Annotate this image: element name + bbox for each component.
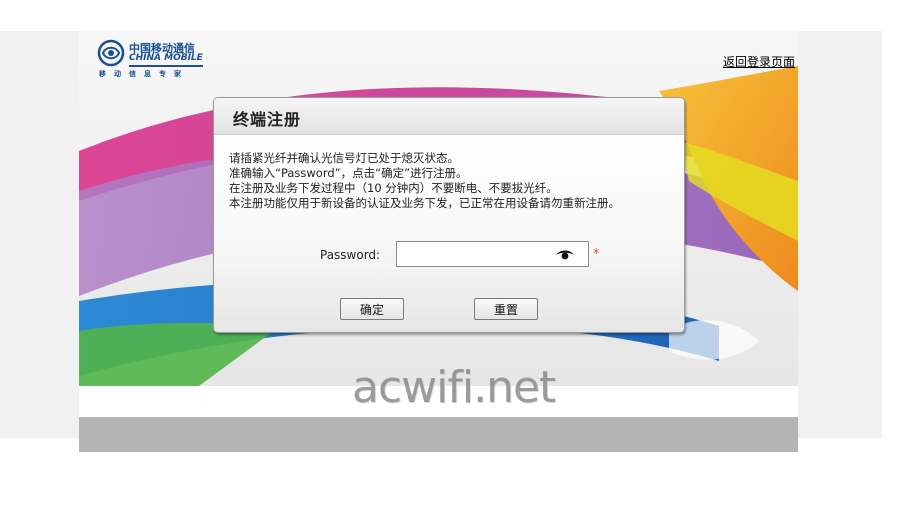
password-field[interactable] xyxy=(396,241,589,267)
reset-button[interactable]: 重置 xyxy=(474,298,538,320)
watermark-text: acwifi.net xyxy=(352,362,556,413)
brand-name-en: CHINA MOBILE xyxy=(129,53,203,63)
required-marker: * xyxy=(593,247,600,262)
eye-icon[interactable] xyxy=(555,249,575,261)
instruction-line: 请插紧光纤并确认光信号灯已处于熄灭状态。 xyxy=(229,151,459,165)
instruction-line: 准确输入“Password”，点击“确定”进行注册。 xyxy=(229,166,468,180)
instruction-line: 在注册及业务下发过程中（10 分钟内）不要断电、不要拔光纤。 xyxy=(229,181,558,195)
password-label: Password: xyxy=(320,248,381,262)
china-mobile-mark-icon xyxy=(97,39,125,67)
instruction-line: 本注册功能仅用于新设备的认证及业务下发，已正常在用设备请勿重新注册。 xyxy=(229,196,620,210)
brand-tagline: 移动信息专家 xyxy=(99,70,189,78)
brand-rule xyxy=(129,65,203,67)
dialog-header: 终端注册 xyxy=(214,98,684,135)
registration-dialog: 终端注册 请插紧光纤并确认光信号灯已处于熄灭状态。 准确输入“Password”… xyxy=(213,97,685,333)
footer-bar xyxy=(79,417,798,452)
back-to-login-link[interactable]: 返回登录页面 xyxy=(723,53,795,70)
instructions: 请插紧光纤并确认光信号灯已处于熄灭状态。 准确输入“Password”，点击“确… xyxy=(229,151,620,211)
dialog-title: 终端注册 xyxy=(233,110,302,129)
confirm-button[interactable]: 确定 xyxy=(340,298,404,320)
dialog-body: 请插紧光纤并确认光信号灯已处于熄灭状态。 准确输入“Password”，点击“确… xyxy=(214,135,684,332)
china-mobile-logo: 中国移动通信 CHINA MOBILE 移动信息专家 xyxy=(97,39,207,79)
